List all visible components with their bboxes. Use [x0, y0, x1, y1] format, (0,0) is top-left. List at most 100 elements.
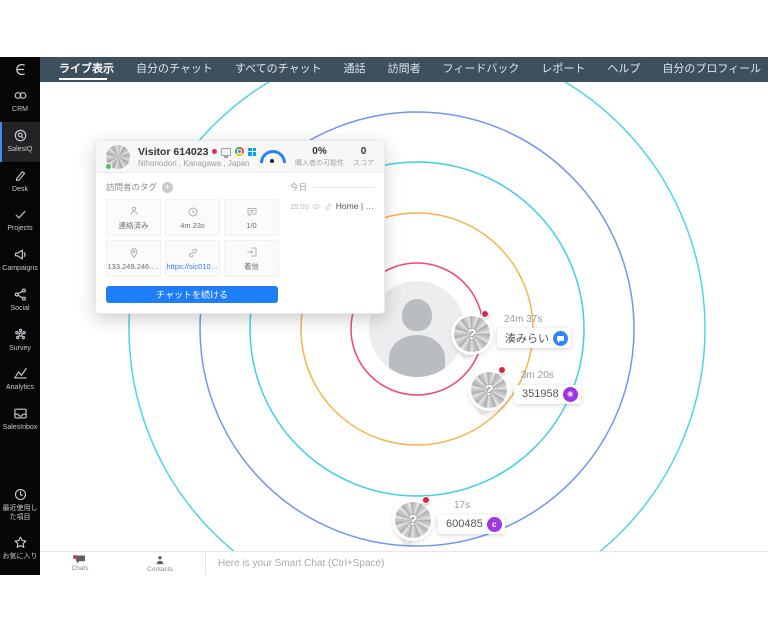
- sidebar-item-label: お気に入り: [2, 553, 38, 561]
- stat-label: 着信: [244, 261, 259, 271]
- visitor-name-pill[interactable]: 湊みらい: [497, 328, 571, 348]
- score-label: スコア: [353, 159, 374, 167]
- visitor-chip[interactable]: ? 17s 600485 c: [395, 496, 505, 543]
- sidebar-item-label: 最近使用した項目: [2, 504, 38, 521]
- probability-label: 購入者の可能性: [295, 159, 344, 167]
- visitor-stats-grid: 連絡済み 4m 23s 1/0 133.249.246.195 https://…: [106, 199, 279, 277]
- link-icon: [325, 202, 332, 210]
- zoho-app-sidebar: CRM SalesIQ Desk Projects Campaigns Soci…: [0, 57, 40, 575]
- tab-my-chats[interactable]: 自分のチャット: [125, 57, 224, 82]
- web-channel-badge: c: [486, 516, 502, 532]
- stat-link-label[interactable]: https://sic0103...: [167, 262, 219, 271]
- sidebar-item-salesinbox[interactable]: SalesInbox: [0, 400, 40, 440]
- recent-clock-icon: [14, 488, 26, 500]
- tab-feedback[interactable]: フィードバック: [432, 57, 531, 82]
- windows-os-icon: [248, 147, 257, 156]
- smart-chat-input[interactable]: [206, 552, 768, 575]
- tab-help[interactable]: ヘルプ: [596, 57, 651, 82]
- visitor-detail-card: Visitor 614023 Nihonodori , Kanagawa , J…: [95, 140, 385, 314]
- visitor-avatar[interactable]: ?: [454, 316, 490, 352]
- stat-label: 連絡済み: [118, 220, 149, 230]
- live-status-dot: [212, 149, 218, 154]
- timeline-time: 15:00: [290, 201, 309, 211]
- favorites-star-icon: [14, 536, 26, 549]
- stat-label: 1/0: [246, 220, 257, 230]
- sidebar-item-favorites[interactable]: お気に入り: [0, 529, 40, 569]
- salesinbox-icon: [13, 408, 27, 419]
- score-value: 0: [360, 145, 367, 157]
- stat-chats-count: 1/0: [224, 199, 279, 236]
- analytics-icon: [13, 368, 27, 379]
- visitor-name-pill[interactable]: 600485 c: [438, 514, 505, 534]
- timeline-entry[interactable]: 15:00 Home | zoho-winsteveralstnk: [290, 201, 374, 211]
- continue-chat-button[interactable]: チャットを続ける: [106, 286, 278, 303]
- chats-notification-dot: [73, 555, 77, 559]
- visitor-chip[interactable]: ? 24m 37s 湊みらい: [454, 310, 571, 357]
- sidebar-item-projects[interactable]: Projects: [0, 201, 40, 241]
- visitor-name: 湊みらい: [505, 333, 549, 345]
- location-pin-icon: [130, 247, 137, 258]
- sidebar-item-analytics[interactable]: Analytics: [0, 360, 40, 400]
- sidebar-item-campaigns[interactable]: Campaigns: [0, 241, 40, 281]
- chats-tab-label: Chats: [71, 565, 89, 572]
- tab-calls[interactable]: 通話: [333, 57, 377, 82]
- add-tag-button[interactable]: +: [162, 181, 174, 193]
- stat-label: 4m 23s: [180, 220, 205, 230]
- survey-icon: [14, 328, 26, 339]
- visitor-name: 600485: [446, 518, 483, 530]
- tab-live-view[interactable]: ライブ表示: [48, 57, 125, 82]
- live-view-stage: ? 24m 37s 湊みらい ? 3m 20s 351958 ✳ ? 17s 6…: [40, 82, 768, 551]
- visitor-title: Visitor 614023: [138, 145, 209, 158]
- stat-time-on-site: 4m 23s: [165, 199, 220, 236]
- tab-my-profile[interactable]: 自分のプロフィール: [651, 57, 772, 82]
- crm-icon: [14, 92, 26, 99]
- top-navigation: ライブ表示 自分のチャット すべてのチャット 通話 訪問者 フィードバック レポ…: [40, 57, 768, 82]
- visitor-card-header: Visitor 614023 Nihonodori , Kanagawa , J…: [96, 141, 384, 173]
- visitor-card-avatar: [105, 144, 130, 170]
- probability-gauge: [260, 150, 286, 163]
- incoming-arrow-icon: [246, 247, 256, 256]
- chats-tab[interactable]: Chats: [40, 552, 120, 575]
- timeline-today-header: 今日: [290, 182, 308, 192]
- visitor-tags-label: 訪問者のタグ: [106, 182, 158, 192]
- visitor-chip[interactable]: ? 3m 20s 351958 ✳: [471, 366, 581, 413]
- sidebar-item-label: SalesIQ: [7, 145, 33, 153]
- visit-duration: 3m 20s: [521, 370, 554, 381]
- sidebar-item-label: Campaigns: [2, 265, 38, 272]
- stat-label: 133.249.246.195: [107, 261, 160, 271]
- chat-bubble-icon: [557, 335, 564, 343]
- visitor-avatar[interactable]: ?: [395, 502, 431, 538]
- tab-visitors[interactable]: 訪問者: [377, 57, 432, 82]
- contacts-person-icon: [156, 555, 164, 564]
- sidebar-item-crm[interactable]: CRM: [0, 82, 40, 122]
- contacts-tab[interactable]: Contacts: [120, 552, 200, 575]
- sidebar-collapse-button[interactable]: [0, 57, 40, 82]
- asterisk-channel-badge: ✳: [562, 386, 578, 402]
- divider: [313, 186, 374, 188]
- visitor-name-pill[interactable]: 351958 ✳: [514, 384, 581, 404]
- sidebar-item-label: Projects: [7, 225, 33, 233]
- sidebar-item-label: Analytics: [5, 384, 34, 392]
- sidebar-item-label: Social: [10, 304, 30, 312]
- chat-icon: [247, 207, 256, 216]
- bottom-bar: Chats Contacts: [40, 551, 768, 575]
- sidebar-item-recent[interactable]: 最近使用した項目: [0, 481, 40, 530]
- stat-incoming: 着信: [224, 240, 279, 277]
- stat-ip-address: 133.249.246.195: [106, 240, 161, 277]
- campaigns-icon: [14, 249, 26, 260]
- visitor-avatar[interactable]: ?: [471, 372, 507, 408]
- sidebar-item-desk[interactable]: Desk: [0, 162, 40, 202]
- online-status-dot: [498, 366, 506, 374]
- probability-value: 0%: [312, 145, 327, 157]
- sidebar-item-salesiq[interactable]: SalesIQ: [0, 121, 40, 162]
- sidebar-item-survey[interactable]: Survey: [0, 321, 40, 361]
- online-status-dot: [481, 310, 489, 318]
- desktop-device-icon: [221, 147, 232, 158]
- sidebar-item-label: SalesInbox: [2, 424, 38, 431]
- tab-reports[interactable]: レポート: [530, 57, 596, 82]
- sidebar-item-social[interactable]: Social: [0, 281, 40, 321]
- sidebar-item-label: Survey: [9, 344, 31, 352]
- visit-duration: 24m 37s: [504, 314, 543, 325]
- stat-current-page-url[interactable]: https://sic0103...: [165, 240, 220, 277]
- tab-all-chats[interactable]: すべてのチャット: [224, 57, 333, 82]
